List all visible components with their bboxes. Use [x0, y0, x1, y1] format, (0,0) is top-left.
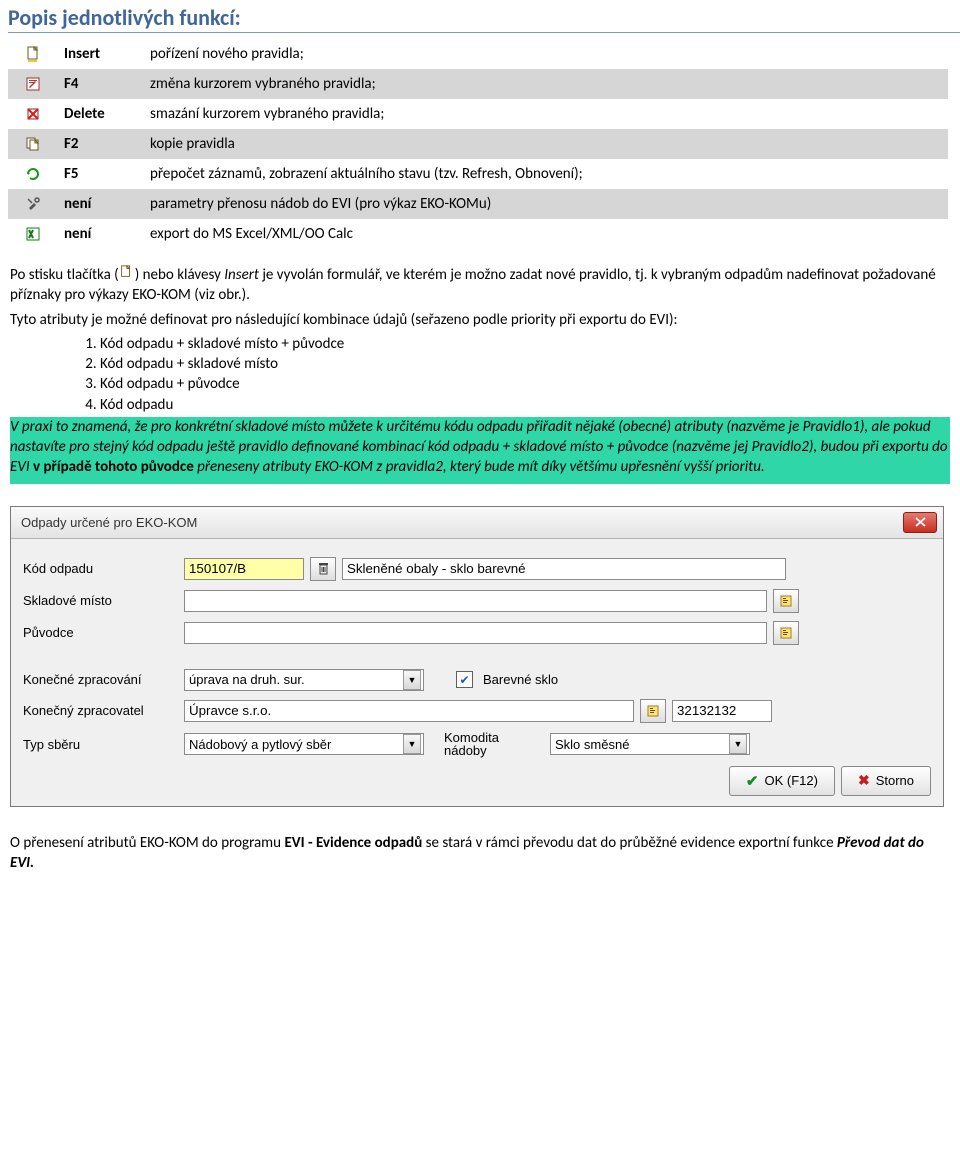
dialog-ekokom: Odpady určené pro EKO-KOM Kód odpadu Skl… — [10, 506, 944, 807]
picker-button[interactable] — [640, 699, 666, 723]
footer-paragraph: O přenesení atributů EKO-KOM do programu… — [10, 833, 950, 874]
check-icon: ✔ — [746, 772, 759, 790]
puvodce-input[interactable] — [184, 622, 767, 644]
key-label: Delete — [62, 99, 148, 129]
x-icon: ✖ — [858, 772, 870, 789]
label-komodita-nadoby: Komodita nádoby — [430, 731, 544, 758]
dialog-titlebar: Odpady určené pro EKO-KOM — [11, 507, 943, 539]
copy-icon — [25, 136, 41, 152]
table-row: není parametry přenosu nádob do EVI (pro… — [8, 189, 948, 219]
ok-button[interactable]: ✔ OK (F12) — [729, 766, 835, 796]
key-desc: pořízení nového pravidla; — [148, 39, 948, 69]
label-puvodce: Původce — [23, 625, 178, 640]
excel-icon — [25, 226, 41, 242]
konecne-zpracovani-select[interactable]: úprava na druh. sur. ▼ — [184, 669, 424, 691]
key-label: Insert — [62, 39, 148, 69]
key-desc: smazání kurzorem vybraného pravidla; — [148, 99, 948, 129]
barevne-sklo-label: Barevné sklo — [483, 672, 558, 687]
label-konecne-zpracovani: Konečné zpracování — [23, 672, 178, 687]
priority-list: Kód odpadu + skladové místo + původce Kó… — [60, 334, 950, 415]
table-row: F4 změna kurzorem vybraného pravidla; — [8, 69, 948, 99]
key-label: není — [62, 189, 148, 219]
close-button[interactable] — [903, 512, 937, 533]
edit-icon — [25, 76, 41, 92]
chevron-down-icon: ▼ — [403, 734, 421, 754]
dialog-title: Odpady určené pro EKO-KOM — [21, 515, 197, 530]
paragraph-attributes: Tyto atributy je možné definovat pro nás… — [10, 310, 950, 330]
new-document-icon — [119, 265, 135, 281]
barevne-sklo-checkbox[interactable]: ✔ — [456, 671, 473, 688]
label-skladove-misto: Skladové místo — [23, 593, 178, 608]
new-document-icon — [25, 46, 41, 62]
table-row: F5 přepočet záznamů, zobrazení aktuálníh… — [8, 159, 948, 189]
storno-button[interactable]: ✖ Storno — [841, 766, 931, 796]
picker-button[interactable] — [773, 621, 799, 645]
zpracovatel-id-input[interactable] — [672, 700, 772, 722]
key-label: F2 — [62, 129, 148, 159]
key-desc: změna kurzorem vybraného pravidla; — [148, 69, 948, 99]
key-desc: kopie pravidla — [148, 129, 948, 159]
key-desc: export do MS Excel/XML/OO Calc — [148, 219, 948, 249]
label-typ-sberu: Typ sběru — [23, 737, 178, 752]
picker-button[interactable] — [773, 589, 799, 613]
key-desc: přepočet záznamů, zobrazení aktuálního s… — [148, 159, 948, 189]
list-item: Kód odpadu + původce — [100, 374, 950, 394]
list-item: Kód odpadu + skladové místo — [100, 354, 950, 374]
delete-icon — [25, 106, 41, 122]
list-item: Kód odpadu + skladové místo + původce — [100, 334, 950, 354]
highlighted-note: V praxi to znamená, že pro konkrétní skl… — [10, 417, 950, 484]
list-item: Kód odpadu — [100, 395, 950, 415]
typ-sberu-select[interactable]: Nádobový a pytlový sběr ▼ — [184, 733, 424, 755]
paragraph-intro: Po stisku tlačítka () nebo klávesy Inser… — [10, 265, 950, 306]
functions-table: Insert pořízení nového pravidla; F4 změn… — [8, 39, 948, 249]
kod-odpadu-input[interactable] — [184, 558, 304, 580]
table-row: Delete smazání kurzorem vybraného pravid… — [8, 99, 948, 129]
key-label: F5 — [62, 159, 148, 189]
chevron-down-icon: ▼ — [403, 670, 421, 690]
konecny-zpracovatel-input[interactable] — [184, 700, 634, 722]
section-heading: Popis jednotlivých funkcí: — [8, 4, 960, 33]
tools-icon — [25, 196, 41, 212]
label-konecny-zpracovatel: Konečný zpracovatel — [23, 703, 178, 718]
key-desc: parametry přenosu nádob do EVI (pro výka… — [148, 189, 948, 219]
table-row: Insert pořízení nového pravidla; — [8, 39, 948, 69]
key-label: F4 — [62, 69, 148, 99]
refresh-icon — [25, 166, 41, 182]
komodita-nadoby-select[interactable]: Sklo směsné ▼ — [550, 733, 750, 755]
kod-odpadu-name[interactable] — [342, 558, 786, 580]
skladove-misto-input[interactable] — [184, 590, 767, 612]
label-kod-odpadu: Kód odpadu — [23, 561, 178, 576]
table-row: F2 kopie pravidla — [8, 129, 948, 159]
trash-picker-button[interactable] — [310, 557, 336, 581]
chevron-down-icon: ▼ — [729, 734, 747, 754]
key-label: není — [62, 219, 148, 249]
table-row: není export do MS Excel/XML/OO Calc — [8, 219, 948, 249]
